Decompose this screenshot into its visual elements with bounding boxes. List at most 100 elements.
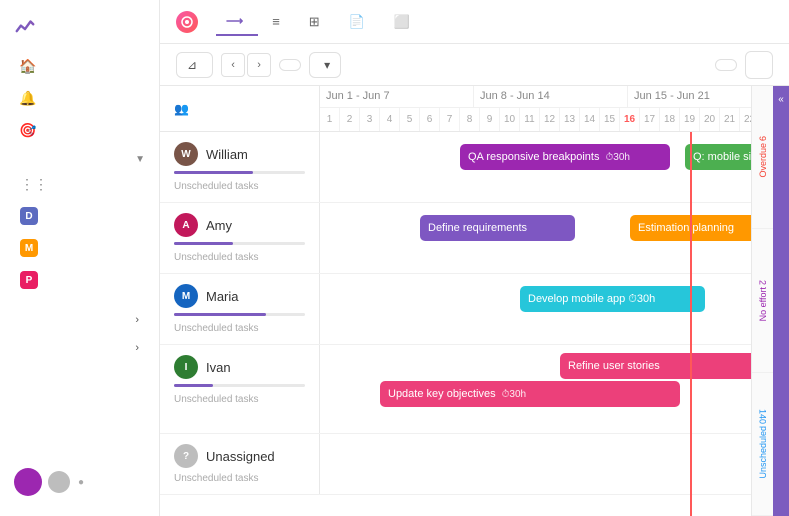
user-avatar[interactable] — [14, 468, 42, 496]
collapse-button[interactable]: « — [773, 86, 789, 516]
gantt-row-label-unassigned: ? Unassigned Unscheduled tasks — [160, 434, 320, 494]
unscheduled-text: Unscheduled tasks — [174, 473, 305, 484]
spaces-section: ▼ — [0, 146, 159, 169]
tab-board[interactable]: ⊞ — [299, 8, 335, 36]
sidebar-item-product[interactable]: P — [6, 265, 153, 295]
today-button[interactable] — [279, 59, 301, 71]
marketing-dot: M — [20, 239, 38, 257]
sidebar-item-notifications[interactable]: 🔔 — [6, 83, 153, 113]
date-cells-row: 1234567891011121314151617181920212223242… — [320, 108, 751, 131]
gantt-bar-define-requirements[interactable]: Define requirements — [420, 215, 575, 241]
clickup-logo-icon — [14, 16, 36, 38]
sidebar: 🏠 🔔 🎯 ▼ ⋮⋮ D M P › › — [0, 0, 160, 516]
date-nav-arrows: ‹ › — [221, 53, 271, 77]
home-icon: 🏠 — [20, 58, 36, 74]
progress-bar-fill — [174, 384, 213, 387]
group-by-button[interactable] — [715, 59, 737, 71]
assignee-info: ? Unassigned — [174, 444, 305, 468]
date-cell-1: 1 — [320, 108, 340, 131]
gantt-bar-update-key-objectives[interactable]: Update key objectives⏱30h — [380, 381, 680, 407]
sidebar-item-docs[interactable]: › — [6, 335, 153, 361]
assignee-avatar: I — [174, 355, 198, 379]
gantt-row-content-maria: Develop mobile app ⏱30h — [320, 274, 751, 344]
date-cell-9: 9 — [480, 108, 500, 131]
date-range-1: Jun 1 - Jun 7 — [320, 86, 474, 107]
date-cell-16: 16 — [620, 108, 640, 131]
gantt-row-amy: A Amy Unscheduled tasks Define requirements… — [160, 203, 751, 274]
gantt-bar-q:-mobile-signup...[interactable]: Q: mobile signup...✓ — [685, 144, 751, 170]
assignee-avatar: W — [174, 142, 198, 166]
gantt-row-william: W William Unscheduled tasks QA responsive b… — [160, 132, 751, 203]
toolbar: ⊿ ‹ › ▾ — [160, 44, 789, 86]
assignee-name: Unassigned — [206, 449, 275, 464]
date-cell-5: 5 — [400, 108, 420, 131]
tab-whiteboard[interactable]: ⬜ — [384, 8, 425, 36]
filter-icon: ⊿ — [187, 58, 197, 72]
doc-icon: 📄 — [349, 14, 365, 30]
date-cell-3: 3 — [360, 108, 380, 131]
date-ranges-row: Jun 1 - Jun 7 Jun 8 - Jun 14 Jun 15 - Ju… — [320, 86, 751, 108]
sidebar-item-dashboards[interactable]: › — [6, 307, 153, 333]
tab-doc[interactable]: 📄 — [339, 8, 380, 36]
docs-chevron-icon: › — [135, 342, 139, 354]
assignee-name: Ivan — [206, 360, 231, 375]
date-range-2: Jun 8 - Jun 14 — [474, 86, 628, 107]
prev-arrow-button[interactable]: ‹ — [221, 53, 245, 77]
next-arrow-button[interactable]: › — [247, 53, 271, 77]
gantt-bar-refine-user-stories[interactable]: Refine user stories — [560, 353, 751, 379]
sidebar-item-goals[interactable]: 🎯 — [6, 115, 153, 145]
bar-icon: ⏱30h — [502, 389, 527, 400]
board-icon: ⊞ — [309, 14, 320, 30]
filter-button[interactable]: ⊿ — [176, 52, 213, 78]
team-avatar[interactable] — [48, 471, 70, 493]
date-cell-15: 15 — [600, 108, 620, 131]
assignee-name: Maria — [206, 289, 239, 304]
assignees-icon: 👥 — [174, 102, 189, 116]
right-side-labels: 9 Overdue 2 No effort 140 Unscheduled — [751, 86, 773, 516]
assignee-avatar: A — [174, 213, 198, 237]
goals-icon: 🎯 — [20, 122, 36, 138]
assignee-avatar: ? — [174, 444, 198, 468]
date-cell-8: 8 — [460, 108, 480, 131]
gantt-row-content-william: QA responsive breakpoints⏱30h Q: mobile s… — [320, 132, 751, 202]
gantt-bar-estimation-planning[interactable]: Estimation planning — [630, 215, 751, 241]
gantt-row-content-ivan: Refine user storiesUpdate key objectives… — [320, 345, 751, 433]
date-header: Jun 1 - Jun 7 Jun 8 - Jun 14 Jun 15 - Ju… — [320, 86, 751, 131]
sidebar-item-everything[interactable]: ⋮⋮ — [6, 170, 153, 199]
date-cell-4: 4 — [380, 108, 400, 131]
tab-timeline[interactable]: ⟶ — [216, 8, 258, 36]
assignee-avatar: M — [174, 284, 198, 308]
gantt-row-label-ivan: IIvanUnscheduled tasks — [160, 345, 320, 433]
gantt-row-label-maria: MMariaUnscheduled tasks — [160, 274, 320, 344]
gantt-row-label-william: W William Unscheduled tasks — [160, 132, 320, 202]
top-navigation: ⟶ ≡ ⊞ 📄 ⬜ — [160, 0, 789, 44]
assignee-info: W William — [174, 142, 305, 166]
assignee-name: William — [206, 147, 248, 162]
list-icon: ≡ — [272, 14, 280, 29]
logo — [0, 10, 159, 50]
date-cell-21: 21 — [720, 108, 740, 131]
assignee-info: M Maria — [174, 284, 305, 308]
unscheduled-text: Unscheduled tasks — [174, 252, 305, 263]
date-cell-11: 11 — [520, 108, 540, 131]
date-range-3: Jun 15 - Jun 21 — [628, 86, 751, 107]
unscheduled-label[interactable]: 140 Unscheduled — [752, 373, 773, 516]
week-selector-button[interactable]: ▾ — [309, 52, 341, 78]
tab-list[interactable]: ≡ — [262, 8, 295, 35]
date-cell-14: 14 — [580, 108, 600, 131]
unscheduled-text: Unscheduled tasks — [174, 181, 305, 192]
no-effort-label[interactable]: 2 No effort — [752, 229, 773, 372]
gantt-header: 👥 Jun 1 - Jun 7 Jun 8 - Jun 14 Jun 15 - … — [160, 86, 751, 132]
gantt-row-content-amy: Define requirements Estimation planning — [320, 203, 751, 273]
sidebar-item-development[interactable]: D — [6, 201, 153, 231]
assignee-name: Amy — [206, 218, 232, 233]
spaces-chevron-icon: ▼ — [135, 154, 145, 165]
more-options-button[interactable] — [745, 51, 773, 79]
gantt-bar-develop-mobile-app-⏱30h[interactable]: Develop mobile app ⏱30h — [520, 286, 705, 312]
gantt-bar-qa-responsive-breakpoints[interactable]: QA responsive breakpoints⏱30h — [460, 144, 670, 170]
overdue-label[interactable]: 9 Overdue — [752, 86, 773, 229]
progress-bar-fill — [174, 171, 253, 174]
sidebar-item-marketing[interactable]: M — [6, 233, 153, 263]
sidebar-item-home[interactable]: 🏠 — [6, 51, 153, 81]
date-cell-20: 20 — [700, 108, 720, 131]
